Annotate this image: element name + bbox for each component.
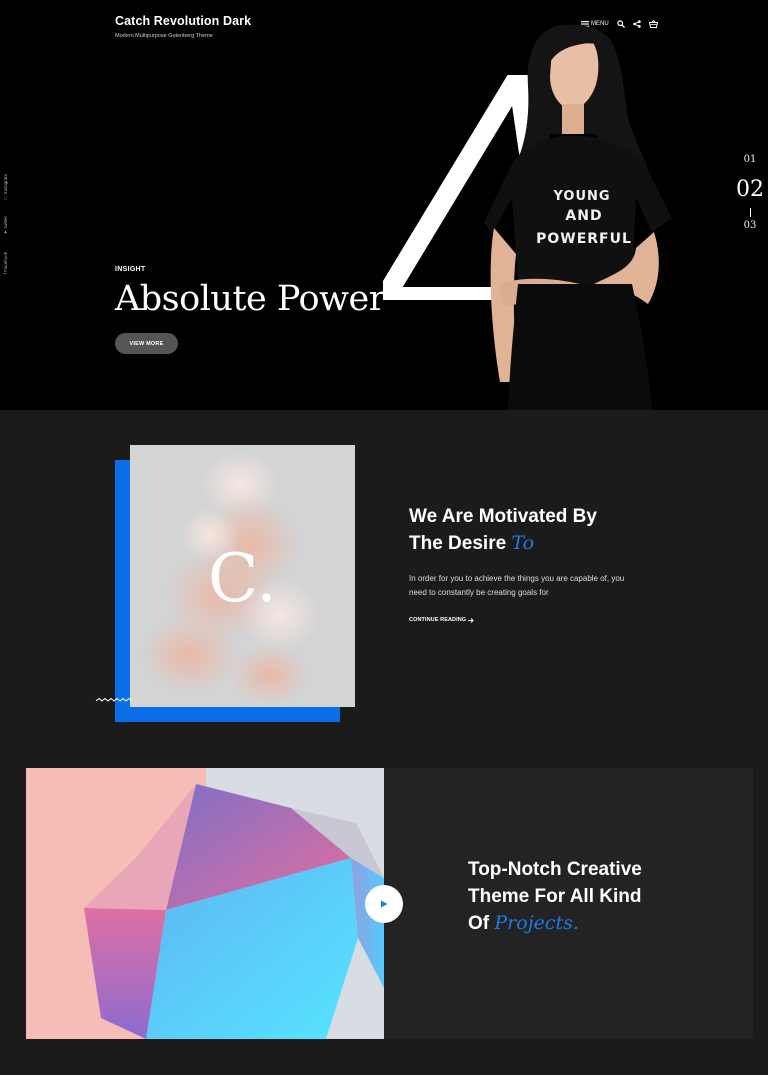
social-label: Facebook xyxy=(3,252,8,272)
feature-heading-line1: Top-Notch Creative xyxy=(468,859,642,880)
wave-divider xyxy=(95,697,133,702)
site-tagline: Modern Multipurpose Gutenberg Theme xyxy=(115,33,213,39)
crystal-image xyxy=(26,768,384,1039)
slide-indicator-current[interactable]: 02 xyxy=(734,179,766,201)
social-link-twitter[interactable]: ▼ twitter xyxy=(3,216,13,234)
social-link-instagram[interactable]: □ Instagram xyxy=(3,174,13,200)
crystal-graphic xyxy=(26,768,384,1039)
slider-pager: 01 02 03 xyxy=(734,154,766,231)
play-video-button[interactable] xyxy=(365,885,403,923)
play-icon xyxy=(381,900,388,908)
site-branding: Catch Revolution Dark Modern Multipurpos… xyxy=(115,14,251,39)
instagram-icon: □ xyxy=(3,195,8,201)
view-more-button[interactable]: VIEW MORE xyxy=(115,333,178,354)
image-letter: C. xyxy=(207,540,278,617)
hero-title: Absolute Power xyxy=(115,279,385,319)
continue-reading-label: CONTINUE READING xyxy=(409,617,467,623)
feature-heading-line3: Of xyxy=(468,913,490,934)
intro-heading: We Are Motivated By The Desire To xyxy=(409,503,649,557)
continue-reading-link[interactable]: CONTINUE READING xyxy=(409,617,474,623)
feature-heading-line2: Theme For All Kind xyxy=(468,886,642,907)
social-label: Instagram xyxy=(3,174,8,195)
social-label: twitter xyxy=(3,216,8,229)
shirt-text: POWERFUL xyxy=(536,231,632,247)
shirt-text: AND xyxy=(565,208,602,224)
hero-section: Catch Revolution Dark Modern Multipurpos… xyxy=(0,0,768,410)
facebook-icon: f xyxy=(3,273,8,275)
shirt-text: YOUNG xyxy=(552,189,610,204)
intro-text: In order for you to achieve the things y… xyxy=(409,574,625,597)
social-links: □ Instagram ▼ twitter f Facebook xyxy=(3,174,13,286)
intro-heading-line1: We Are Motivated By xyxy=(409,506,597,527)
feature-heading: Top-Notch Creative Theme For All Kind Of… xyxy=(468,856,708,937)
hero-kicker: INSIGHT xyxy=(115,266,146,273)
pager-divider xyxy=(749,208,751,217)
arrow-right-icon xyxy=(468,617,474,623)
site-title[interactable]: Catch Revolution Dark xyxy=(115,14,251,28)
intro-heading-line2: The Desire xyxy=(409,533,507,554)
slide-indicator-3[interactable]: 03 xyxy=(734,220,766,231)
slide-indicator-1[interactable]: 01 xyxy=(734,154,766,165)
twitter-icon: ▼ xyxy=(3,229,8,235)
intro-heading-accent: To xyxy=(511,532,535,554)
social-link-facebook[interactable]: f Facebook xyxy=(3,252,13,274)
smoke-image: C. xyxy=(130,445,355,707)
feature-heading-accent: Projects. xyxy=(494,912,579,934)
hero-model-image: YOUNG AND POWERFUL xyxy=(484,24,672,410)
